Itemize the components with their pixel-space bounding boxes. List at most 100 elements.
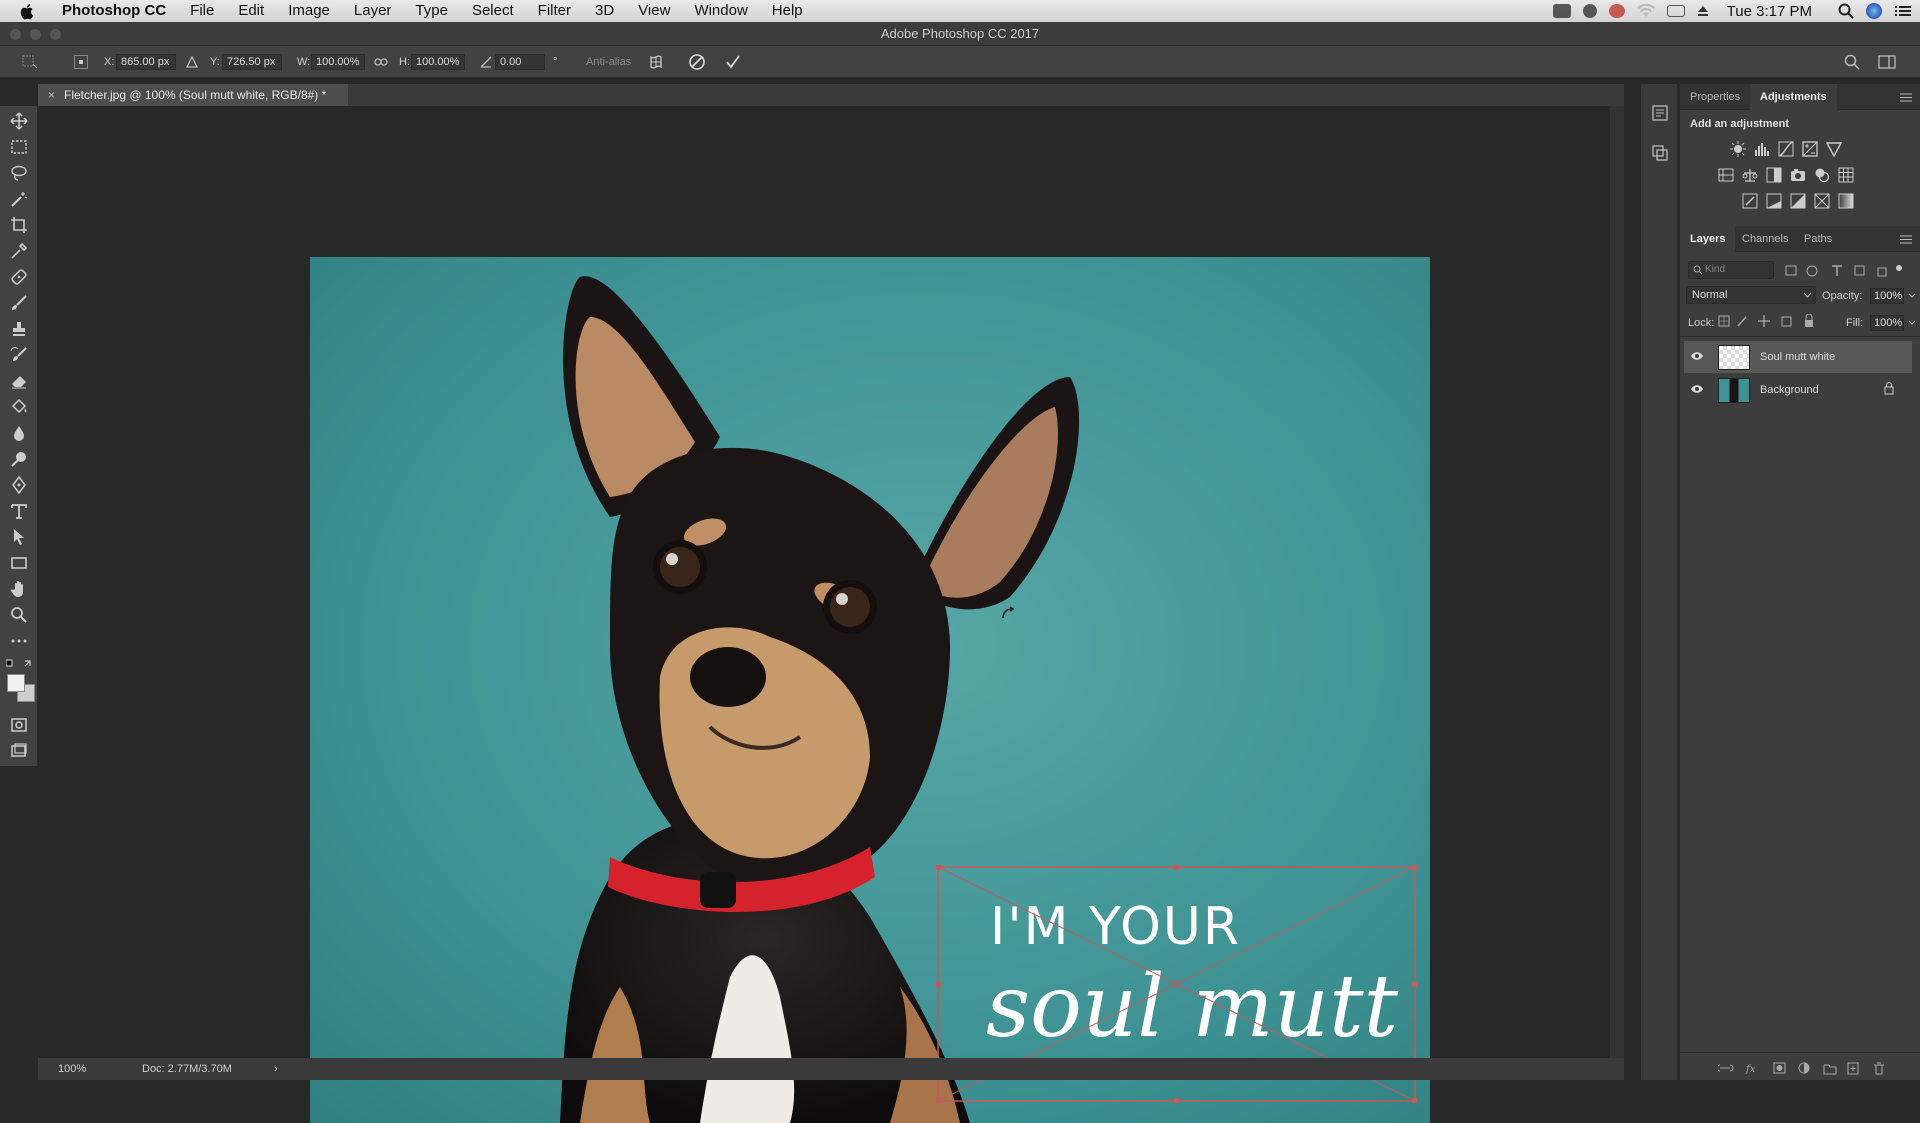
cancel-transform-icon[interactable]	[688, 53, 706, 71]
invert-icon[interactable]	[1742, 193, 1758, 209]
warp-mode-icon[interactable]	[648, 54, 664, 70]
document-tab[interactable]: × Fletcher.jpg @ 100% (Soul mutt white, …	[38, 84, 348, 106]
color-balance-icon[interactable]	[1742, 167, 1758, 183]
opacity-chevron-icon[interactable]	[1908, 293, 1916, 299]
zoom-tool-icon[interactable]	[10, 606, 28, 624]
tab-adjustments[interactable]: Adjustments	[1750, 84, 1837, 110]
path-selection-tool-icon[interactable]	[10, 528, 28, 546]
rotate-angle-field[interactable]: 0.00	[495, 54, 545, 70]
tab-channels[interactable]: Channels	[1732, 226, 1798, 252]
posterize-icon[interactable]	[1766, 193, 1782, 209]
menu-filter[interactable]: Filter	[526, 0, 583, 22]
eject-icon[interactable]	[1697, 5, 1709, 17]
brush-tool-icon[interactable]	[10, 294, 28, 312]
wifi-icon[interactable]	[1636, 4, 1655, 18]
opacity-field[interactable]: 100%	[1870, 288, 1904, 304]
history-brush-tool-icon[interactable]	[10, 346, 28, 364]
fill-chevron-icon[interactable]	[1908, 320, 1916, 326]
photo-filter-icon[interactable]	[1790, 167, 1806, 183]
window-minimize-button[interactable]	[30, 29, 41, 40]
color-lookup-icon[interactable]	[1838, 167, 1854, 183]
spotlight-search-icon[interactable]	[1838, 3, 1854, 19]
dodge-tool-icon[interactable]	[10, 450, 28, 468]
status-menu-arrow[interactable]: ›	[274, 1058, 278, 1080]
more-tools-icon[interactable]	[10, 632, 28, 650]
siri-icon[interactable]	[1866, 3, 1882, 19]
search-icon[interactable]	[1844, 54, 1860, 70]
tool-preset-icon[interactable]	[22, 55, 38, 69]
evernote-icon[interactable]	[1582, 4, 1597, 18]
relative-position-icon[interactable]	[186, 56, 198, 68]
gradient-map-icon[interactable]	[1838, 193, 1854, 209]
magic-wand-tool-icon[interactable]	[10, 190, 28, 208]
menu-view[interactable]: View	[626, 0, 682, 22]
screen-record-icon[interactable]	[1552, 4, 1571, 18]
layer-name[interactable]: Background	[1760, 384, 1819, 396]
layer-filter-icons[interactable]	[1784, 264, 1904, 278]
menu-image[interactable]: Image	[276, 0, 342, 22]
creative-cloud-icon[interactable]	[1608, 4, 1625, 18]
notification-center-icon[interactable]	[1894, 4, 1912, 18]
document-size[interactable]: Doc: 2.77M/3.70M	[142, 1058, 232, 1080]
canvas-area[interactable]: I'M YOUR soul mutt	[38, 106, 1624, 1123]
reference-point-icon[interactable]	[74, 55, 88, 69]
move-tool-icon[interactable]	[10, 112, 28, 130]
visibility-eye-icon[interactable]	[1690, 384, 1704, 394]
window-close-button[interactable]	[10, 29, 21, 40]
brightness-contrast-icon[interactable]	[1730, 141, 1746, 157]
tab-paths[interactable]: Paths	[1794, 226, 1842, 252]
commit-transform-icon[interactable]	[724, 53, 742, 71]
default-colors-icon[interactable]	[6, 658, 32, 668]
height-field[interactable]: 100.00%	[411, 54, 465, 70]
close-tab-icon[interactable]: ×	[48, 84, 55, 106]
channel-mixer-icon[interactable]	[1814, 167, 1830, 183]
layer-actions-icons[interactable]: fx	[1718, 1061, 1918, 1075]
pen-tool-icon[interactable]	[10, 476, 28, 494]
type-tool-icon[interactable]	[10, 502, 28, 520]
selective-color-icon[interactable]	[1814, 193, 1830, 209]
menubar-clock[interactable]: Tue 3:17 PM	[1727, 3, 1812, 20]
zoom-level[interactable]: 100%	[58, 1058, 86, 1080]
antialias-label[interactable]: Anti-alias	[586, 56, 631, 68]
menu-window[interactable]: Window	[682, 0, 759, 22]
y-position-field[interactable]: 726.50 px	[222, 54, 282, 70]
apple-icon[interactable]	[20, 3, 36, 20]
menu-type[interactable]: Type	[403, 0, 460, 22]
fill-field[interactable]: 100%	[1870, 315, 1904, 331]
window-zoom-button[interactable]	[50, 29, 61, 40]
curves-icon[interactable]	[1778, 141, 1794, 157]
menu-file[interactable]: File	[178, 0, 226, 22]
vibrance-icon[interactable]	[1826, 141, 1842, 157]
lock-options-icons[interactable]	[1718, 314, 1818, 328]
marquee-tool-icon[interactable]	[10, 138, 28, 156]
rotate-angle-icon[interactable]	[480, 56, 492, 68]
width-field[interactable]: 100.00%	[311, 54, 365, 70]
link-proportions-icon[interactable]	[374, 56, 388, 68]
healing-brush-tool-icon[interactable]	[10, 268, 28, 286]
history-panel-icon[interactable]	[1651, 104, 1669, 122]
menu-help[interactable]: Help	[760, 0, 815, 22]
paint-bucket-tool-icon[interactable]	[10, 398, 28, 416]
tab-layers[interactable]: Layers	[1680, 226, 1736, 252]
hue-saturation-icon[interactable]	[1718, 167, 1734, 183]
exposure-icon[interactable]	[1802, 141, 1818, 157]
eyedropper-tool-icon[interactable]	[10, 242, 28, 260]
tab-properties[interactable]: Properties	[1680, 84, 1750, 110]
menu-select[interactable]: Select	[460, 0, 526, 22]
lasso-tool-icon[interactable]	[10, 164, 28, 182]
clone-stamp-tool-icon[interactable]	[10, 320, 28, 338]
vertical-scrollbar[interactable]	[1610, 106, 1624, 1058]
x-position-field[interactable]: 865.00 px	[116, 54, 176, 70]
foreground-color-swatch[interactable]	[7, 674, 25, 692]
layers-panel-menu-icon[interactable]	[1900, 235, 1912, 244]
crop-tool-icon[interactable]	[10, 216, 28, 234]
eraser-tool-icon[interactable]	[10, 372, 28, 390]
workspace-switcher-icon[interactable]	[1878, 54, 1896, 70]
rectangle-tool-icon[interactable]	[10, 554, 28, 572]
screen-mode-icon[interactable]	[10, 742, 28, 760]
properties-panel-icon[interactable]	[1651, 144, 1669, 162]
levels-icon[interactable]	[1754, 141, 1770, 157]
layer-name[interactable]: Soul mutt white	[1760, 351, 1835, 363]
menu-edit[interactable]: Edit	[226, 0, 276, 22]
layer-row-background[interactable]: Background	[1684, 374, 1912, 406]
